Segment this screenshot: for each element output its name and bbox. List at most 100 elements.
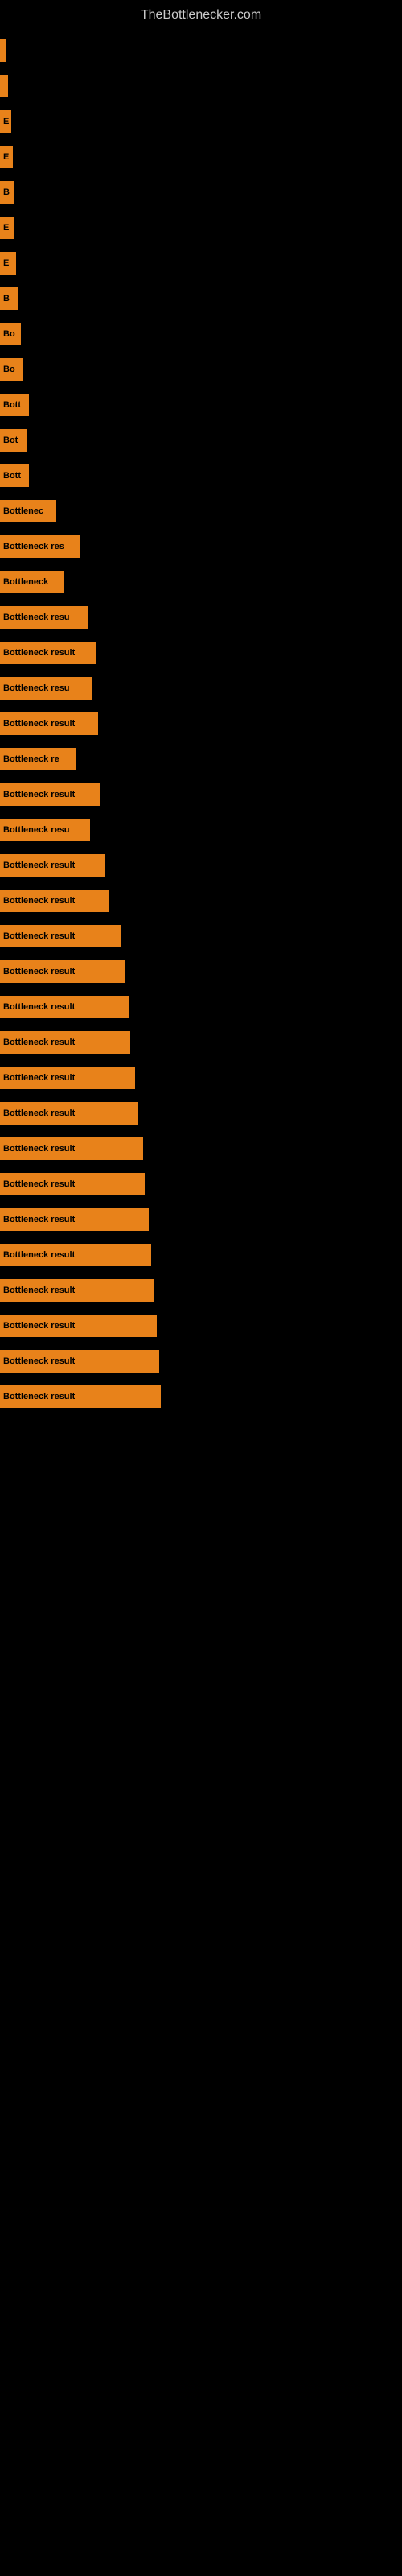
bar-label: Bottleneck result — [3, 1179, 75, 1189]
bar-row: B — [0, 283, 402, 315]
bar-item: B — [0, 287, 18, 310]
bar-row: Bottleneck result — [0, 1239, 402, 1271]
bar-label: Bottleneck result — [3, 1392, 75, 1402]
bar-label: Bottleneck resu — [3, 613, 70, 622]
bar-item: Bottleneck resu — [0, 677, 92, 700]
bar-label: Bottleneck result — [3, 1038, 75, 1047]
bar-row: Bottleneck resu — [0, 672, 402, 704]
bar-item: Bottleneck result — [0, 960, 125, 983]
bar-label: Bo — [3, 329, 15, 339]
bar-row: Bottleneck result — [0, 956, 402, 988]
bar-label: Bottleneck — [3, 577, 48, 587]
bar-item: Bottleneck re — [0, 748, 76, 770]
bar-row: Bottlenec — [0, 495, 402, 527]
bar-item: Bottleneck result — [0, 783, 100, 806]
bar-label: Bottleneck result — [3, 896, 75, 906]
bar-item: Bottleneck result — [0, 1279, 154, 1302]
bar-row: Bottleneck result — [0, 1062, 402, 1094]
bar-item: E — [0, 252, 16, 275]
bar-row: Bottleneck result — [0, 885, 402, 917]
bar-label: Bottleneck resu — [3, 825, 70, 835]
bar-row: Bottleneck result — [0, 1310, 402, 1342]
bar-row: Bottleneck result — [0, 778, 402, 811]
bar-row: E — [0, 105, 402, 138]
bar-item: Bottleneck resu — [0, 819, 90, 841]
bar-label: B — [3, 188, 10, 197]
bar-item — [0, 75, 8, 97]
bar-label: Bott — [3, 400, 21, 410]
bar-item: E — [0, 110, 11, 133]
bar-label: Bottlenec — [3, 506, 43, 516]
bar-row: Bottleneck result — [0, 1133, 402, 1165]
bar-label: Bottleneck result — [3, 861, 75, 870]
bar-item: Bottleneck res — [0, 535, 80, 558]
bar-item: Bottleneck result — [0, 712, 98, 735]
bar-label: Bottleneck result — [3, 1321, 75, 1331]
bar-label: Bottleneck result — [3, 1073, 75, 1083]
bar-row: Bottleneck resu — [0, 814, 402, 846]
bar-row: Bottleneck result — [0, 637, 402, 669]
bar-row: Bott — [0, 460, 402, 492]
bar-row: Bottleneck result — [0, 849, 402, 881]
bar-label: Bottleneck result — [3, 648, 75, 658]
bar-item: Bottleneck result — [0, 1244, 151, 1266]
bar-label: Bottleneck result — [3, 1356, 75, 1366]
bar-label: E — [3, 117, 9, 126]
bar-item: Bottleneck result — [0, 890, 109, 912]
bars-container: E E B E E B Bo Bo Bott Bot Bott Bottlenec Bottleneck… — [0, 27, 402, 1424]
bar-label: Bottleneck result — [3, 719, 75, 729]
site-title: TheBottlenecker.com — [0, 0, 402, 27]
bar-item: Bottleneck result — [0, 1137, 143, 1160]
bar-row — [0, 70, 402, 102]
bar-item: Bottleneck result — [0, 642, 96, 664]
bar-item — [0, 39, 6, 62]
bar-row: Bottleneck — [0, 566, 402, 598]
bar-item: Bottleneck result — [0, 1208, 149, 1231]
bar-label: Bottleneck result — [3, 1250, 75, 1260]
bar-label: Bot — [3, 436, 18, 445]
bar-row: Bottleneck result — [0, 1203, 402, 1236]
bar-item: Bottleneck result — [0, 1067, 135, 1089]
bar-item: Bottleneck result — [0, 996, 129, 1018]
bar-row: Bottleneck result — [0, 1381, 402, 1413]
bar-label: Bottleneck result — [3, 967, 75, 976]
bar-row: Bottleneck result — [0, 991, 402, 1023]
bar-label: Bottleneck result — [3, 1286, 75, 1295]
bar-item: Bot — [0, 429, 27, 452]
bar-row: Bottleneck result — [0, 1274, 402, 1307]
bar-item: Bottleneck result — [0, 1350, 159, 1373]
bar-label: B — [3, 294, 10, 303]
bar-label: Bottleneck result — [3, 1215, 75, 1224]
bar-item: Bottleneck — [0, 571, 64, 593]
bar-label: Bottleneck result — [3, 790, 75, 799]
bar-item: E — [0, 217, 14, 239]
bar-item: E — [0, 146, 13, 168]
bar-label: E — [3, 258, 9, 268]
bar-row: Bottleneck res — [0, 530, 402, 563]
bar-item: B — [0, 181, 14, 204]
bar-item: Bottleneck result — [0, 854, 105, 877]
bar-row: Bottleneck result — [0, 1097, 402, 1129]
bar-row: Bo — [0, 318, 402, 350]
bar-row — [0, 35, 402, 67]
bar-label: Bottleneck result — [3, 931, 75, 941]
bar-label: Bottleneck result — [3, 1108, 75, 1118]
bar-row: Bottleneck result — [0, 1168, 402, 1200]
bar-item: Bottleneck result — [0, 925, 121, 947]
bar-label: Bottleneck res — [3, 542, 64, 551]
bar-row: Bo — [0, 353, 402, 386]
bar-item: Bott — [0, 394, 29, 416]
bar-row: Bottleneck result — [0, 1026, 402, 1059]
bar-item: Bottleneck result — [0, 1031, 130, 1054]
bar-row: Bottleneck result — [0, 708, 402, 740]
bar-item: Bottleneck resu — [0, 606, 88, 629]
bar-row: Bottleneck resu — [0, 601, 402, 634]
bar-row: Bot — [0, 424, 402, 456]
bar-item: Bottleneck result — [0, 1315, 157, 1337]
bar-row: Bottleneck re — [0, 743, 402, 775]
bar-label: Bottleneck result — [3, 1144, 75, 1154]
bar-item: Bo — [0, 358, 23, 381]
bar-label: Bott — [3, 471, 21, 481]
bar-row: E — [0, 247, 402, 279]
bar-label: Bottleneck re — [3, 754, 59, 764]
